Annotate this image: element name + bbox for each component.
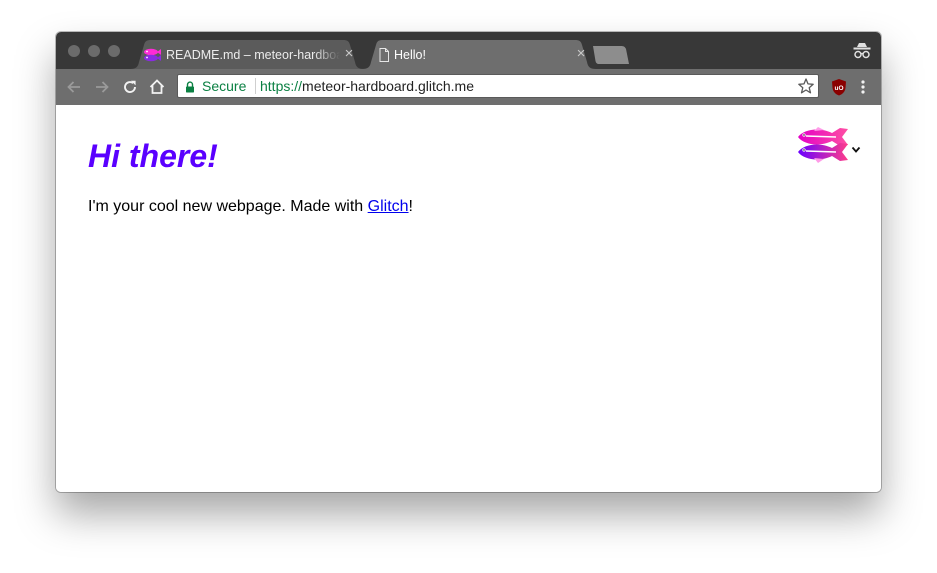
kebab-menu-icon[interactable] xyxy=(857,78,869,96)
omnibox-divider xyxy=(255,78,256,94)
address-bar[interactable]: Secure https://meteor-hardboard.glitch.m… xyxy=(177,74,819,98)
intro-text-end: ! xyxy=(408,198,413,215)
page-heading: Hi there! xyxy=(88,138,218,174)
tab-readme[interactable]: README.md – meteor-hardboard × xyxy=(130,40,364,69)
incognito-icon xyxy=(852,41,872,61)
chevron-down-icon[interactable] xyxy=(851,141,861,153)
home-icon[interactable] xyxy=(147,77,167,97)
url-host: meteor-hardboard.glitch.me xyxy=(302,78,475,94)
document-icon xyxy=(375,47,393,63)
glitch-link[interactable]: Glitch xyxy=(368,198,409,215)
arrow-right-icon[interactable] xyxy=(92,77,112,97)
ublock-icon[interactable]: uO xyxy=(831,78,847,96)
close-tab-icon[interactable]: × xyxy=(574,46,588,61)
new-tab-shape xyxy=(593,46,629,64)
lock-icon[interactable] xyxy=(185,80,195,93)
toolbar: Secure https://meteor-hardboard.glitch.m… xyxy=(56,69,881,105)
new-tab-button[interactable] xyxy=(593,46,629,64)
browser-window: README.md – meteor-hardboard × Hello! × xyxy=(56,32,881,492)
tab-title: README.md – meteor-hardboard xyxy=(166,48,340,62)
intro-text: I'm your cool new webpage. Made with xyxy=(88,198,368,215)
zoom-window-button[interactable] xyxy=(108,45,120,57)
close-window-button[interactable] xyxy=(68,45,80,57)
reload-icon[interactable] xyxy=(120,77,140,97)
arrow-left-icon[interactable] xyxy=(64,77,84,97)
intro-paragraph: I'm your cool new webpage. Made with Gli… xyxy=(88,198,413,216)
svg-text:uO: uO xyxy=(834,85,843,92)
glitch-fish-logo-icon[interactable] xyxy=(796,125,850,165)
close-tab-icon[interactable]: × xyxy=(342,46,356,61)
security-label[interactable]: Secure xyxy=(202,78,246,94)
tab-title: Hello! xyxy=(394,48,426,62)
tab-strip: README.md – meteor-hardboard × Hello! × xyxy=(56,32,881,69)
url-scheme: https:// xyxy=(260,78,303,94)
tab-hello[interactable]: Hello! × xyxy=(362,40,596,69)
minimize-window-button[interactable] xyxy=(88,45,100,57)
star-icon[interactable] xyxy=(797,77,815,95)
url-text[interactable]: https://meteor-hardboard.glitch.me xyxy=(260,78,474,94)
page-viewport: Hi there! I'm your cool new webpage. Mad… xyxy=(56,105,881,492)
glitch-fish-icon xyxy=(143,47,161,63)
